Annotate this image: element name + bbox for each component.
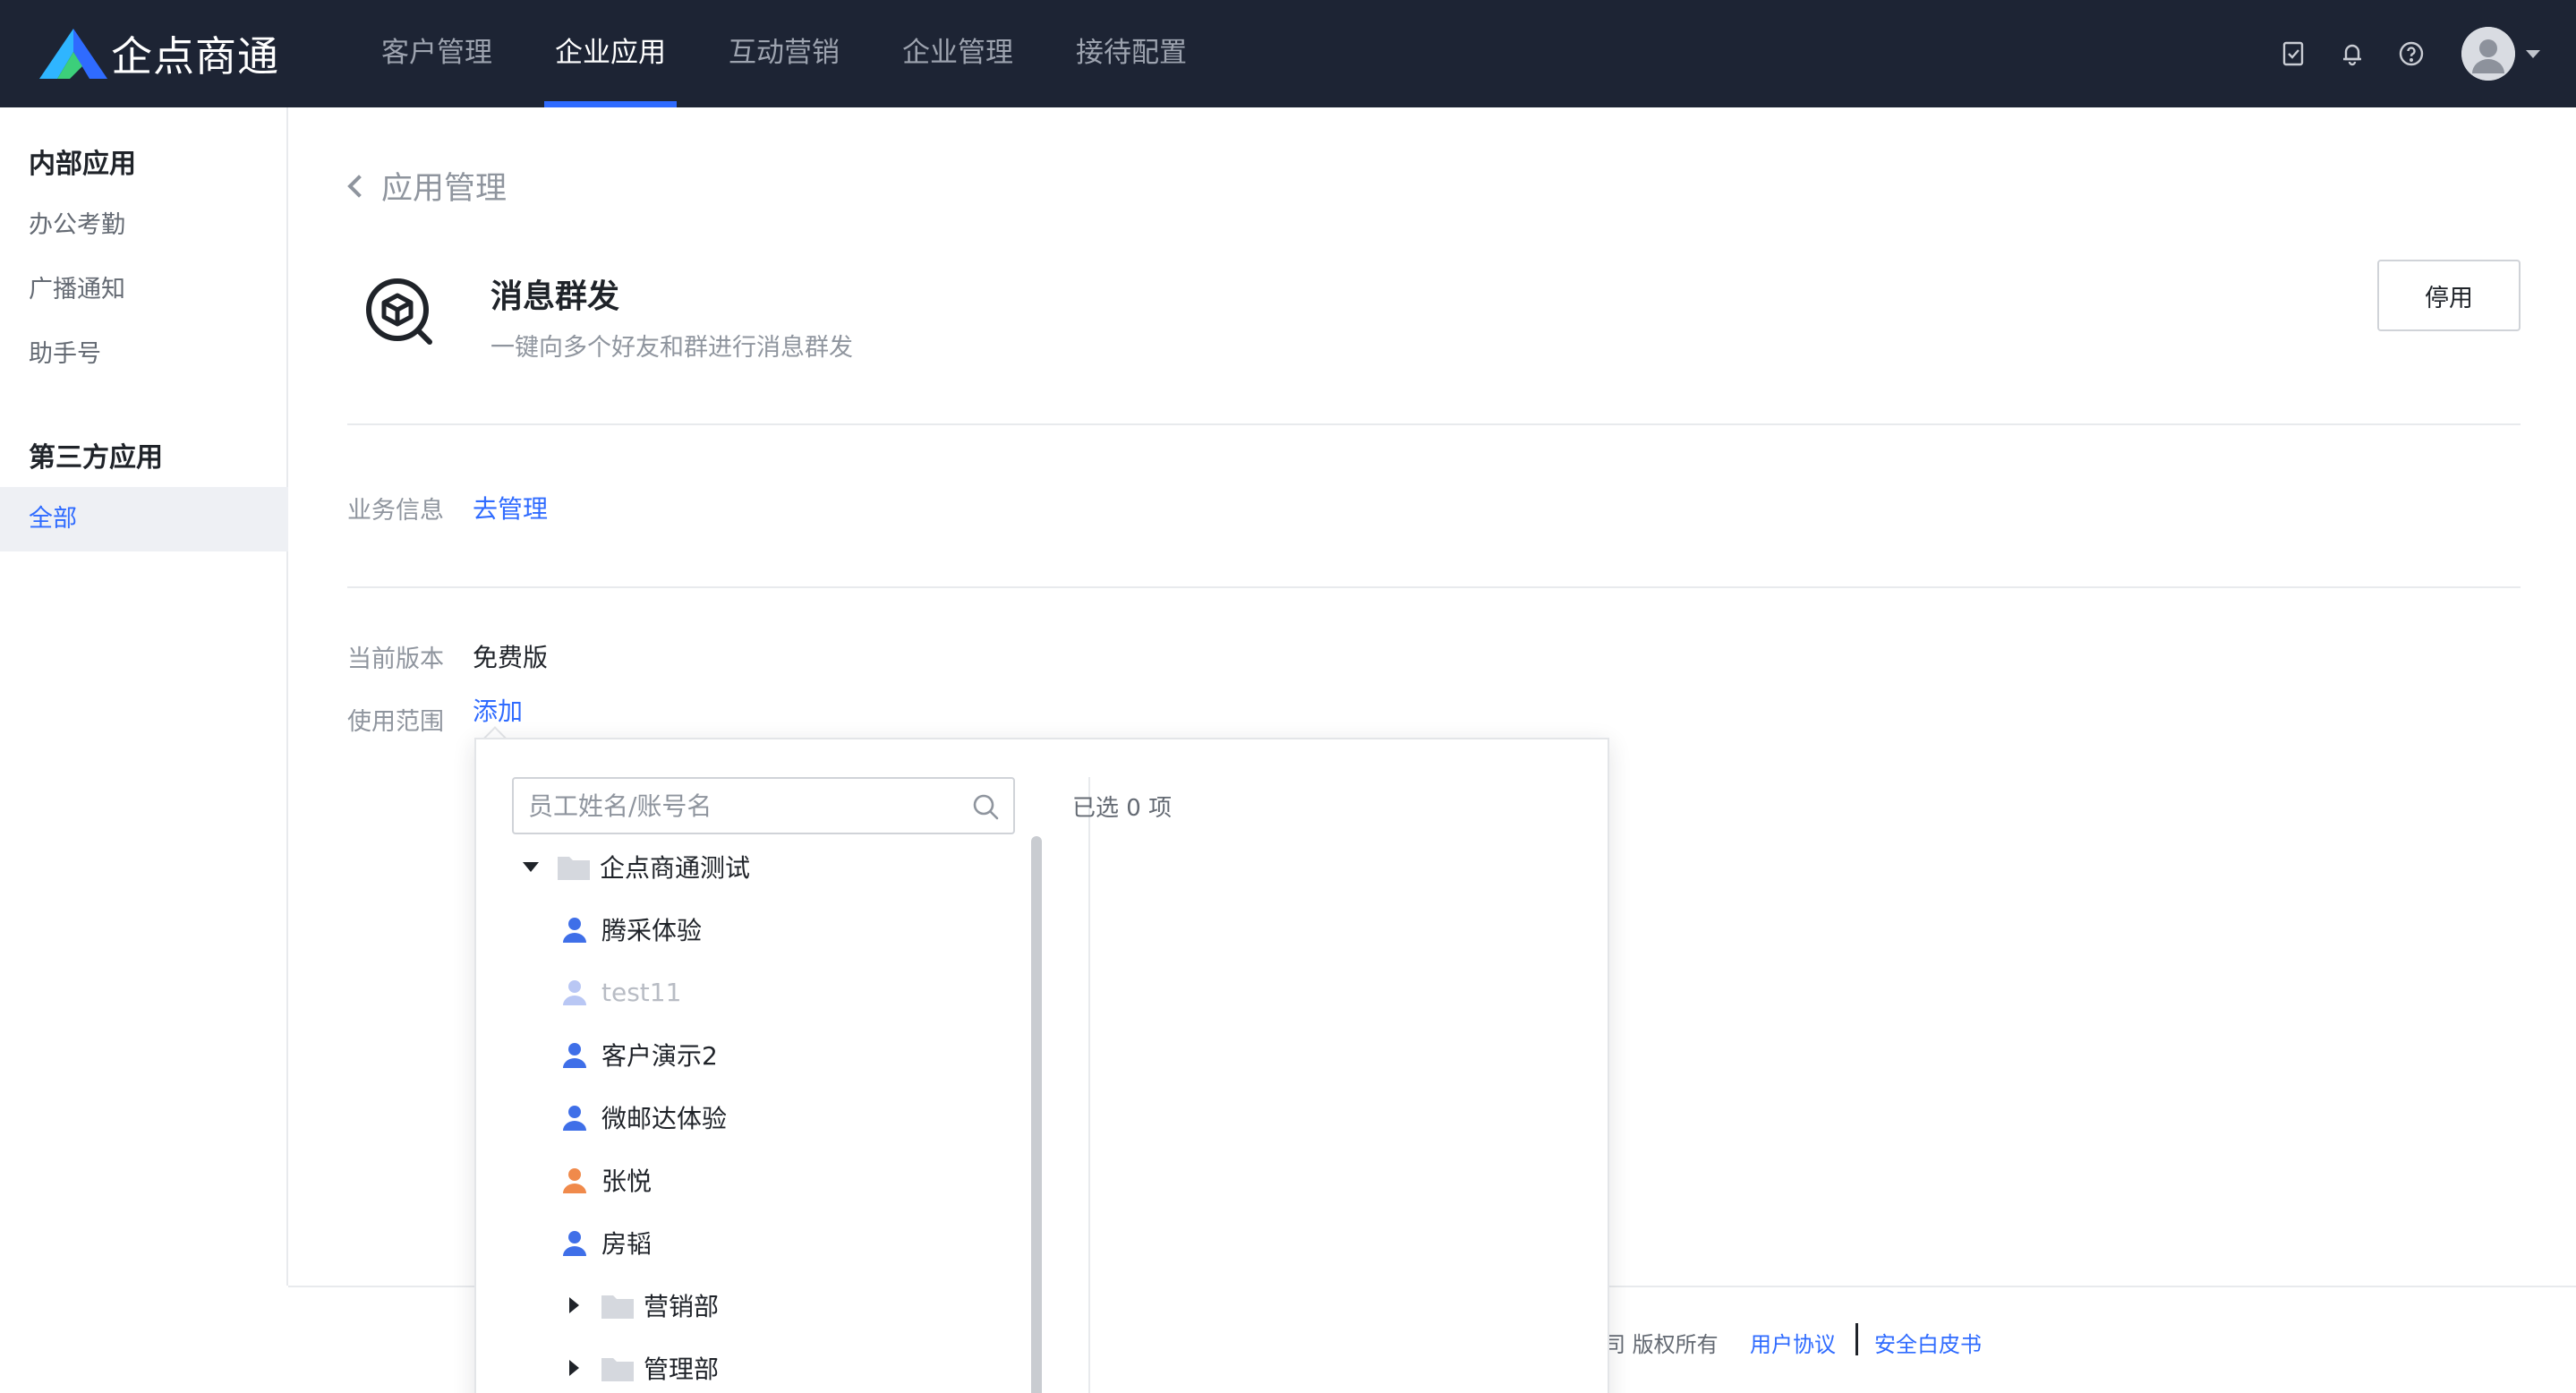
footer-copyright: 司 版权所有 [1604, 1332, 1719, 1357]
person-icon [563, 1043, 586, 1068]
folder-icon [558, 857, 590, 880]
tree-label: 张悦 [601, 1167, 653, 1196]
search-box [512, 777, 1015, 834]
tree-folder-management[interactable]: 管理部 [569, 1343, 719, 1393]
version-value: 免费版 [473, 643, 549, 672]
tree-member-disabled: test11 [560, 967, 681, 1017]
sidebar-group-third-party: 第三方应用 [29, 442, 163, 474]
tree-member[interactable]: 客户演示2 [560, 1030, 718, 1080]
folder-icon [601, 1295, 634, 1319]
search-input[interactable] [514, 779, 943, 833]
chevron-down-icon[interactable] [2526, 49, 2540, 58]
caret-down-icon[interactable] [523, 861, 539, 872]
sidebar-item-broadcast[interactable]: 广播通知 [0, 258, 288, 322]
sidebar-item-all[interactable]: 全部 [0, 487, 288, 551]
manage-link[interactable]: 去管理 [473, 490, 548, 526]
app-title: 消息群发 [490, 278, 620, 315]
top-navigation-bar: 企点商通 客户管理 企业应用 互动营销 企业管理 接待配置 [0, 0, 2576, 107]
tree-label: test11 [601, 977, 682, 1007]
divider [347, 423, 2521, 425]
tree-label: 微邮达体验 [601, 1104, 728, 1133]
tree-member[interactable]: 腾采体验 [560, 904, 702, 954]
tree-member[interactable]: 微邮达体验 [560, 1092, 727, 1142]
avatar[interactable] [2461, 27, 2515, 81]
add-scope-link[interactable]: 添加 [473, 692, 523, 728]
nav-customer-management[interactable]: 客户管理 [358, 0, 516, 107]
nav-interactive-marketing[interactable]: 互动营销 [705, 0, 863, 107]
sidebar-group-internal: 内部应用 [29, 149, 136, 180]
logo-icon [39, 29, 107, 79]
tree-folder-root[interactable]: 企点商通测试 [523, 842, 750, 892]
bell-icon[interactable] [2334, 36, 2370, 72]
tree-label: 腾采体验 [601, 916, 703, 945]
tree-folder-marketing[interactable]: 营销部 [569, 1280, 719, 1330]
caret-right-icon[interactable] [569, 1297, 579, 1313]
user-agreement-link[interactable]: 用户协议 [1750, 1327, 1836, 1358]
tree-label: 营销部 [644, 1292, 720, 1321]
sidebar: 内部应用 办公考勤 广播通知 助手号 第三方应用 全部 [0, 107, 288, 1286]
tree-member[interactable]: 房韬 [560, 1218, 652, 1268]
person-icon [563, 1106, 586, 1131]
breadcrumb: 应用管理 [381, 171, 508, 207]
tree-label: 房韬 [601, 1229, 653, 1259]
version-label: 当前版本 [347, 645, 444, 673]
main-nav: 客户管理 企业应用 互动营销 企业管理 接待配置 [358, 0, 1226, 107]
brand-logo[interactable]: 企点商通 [38, 25, 279, 82]
person-icon [563, 1231, 586, 1256]
scrollbar[interactable] [1031, 836, 1042, 1393]
sidebar-item-assistant[interactable]: 助手号 [0, 322, 288, 387]
chevron-left-icon [347, 174, 371, 198]
app-description: 一键向多个好友和群进行消息群发 [490, 334, 853, 362]
app-cube-icon [366, 278, 432, 345]
nav-reception-config[interactable]: 接待配置 [1053, 0, 1210, 107]
scope-label: 使用范围 [347, 708, 444, 736]
help-icon[interactable] [2393, 36, 2429, 72]
caret-right-icon[interactable] [569, 1360, 579, 1376]
footer-separator [1855, 1323, 1858, 1355]
tree-label: 企点商通测试 [600, 853, 751, 883]
tree-label: 客户演示2 [601, 1041, 718, 1071]
security-whitepaper-link[interactable]: 安全白皮书 [1874, 1327, 1982, 1358]
member-selector-popover: 企点商通测试 腾采体验 test11 客户演示2 微邮达体验 张悦 房韬 营销部… [474, 738, 1609, 1393]
divider [347, 586, 2521, 588]
tree-member[interactable]: 张悦 [560, 1155, 652, 1205]
nav-enterprise-apps[interactable]: 企业应用 [532, 0, 689, 107]
nav-enterprise-management[interactable]: 企业管理 [879, 0, 1036, 107]
sidebar-item-attendance[interactable]: 办公考勤 [0, 193, 288, 258]
tree-label: 管理部 [644, 1355, 720, 1384]
top-right-tools [2252, 0, 2540, 107]
column-divider [1088, 777, 1090, 1393]
disable-button[interactable]: 停用 [2377, 260, 2521, 331]
person-icon [563, 1168, 586, 1193]
back-link[interactable]: 应用管理 [347, 163, 508, 209]
business-info-label: 业务信息 [347, 497, 444, 525]
task-icon[interactable] [2275, 36, 2311, 72]
brand-name: 企点商通 [111, 32, 279, 81]
folder-icon [601, 1358, 634, 1381]
person-icon [563, 918, 586, 943]
search-icon[interactable] [970, 791, 1001, 822]
selected-count: 已选 0 项 [1072, 795, 1173, 822]
person-icon [563, 980, 586, 1005]
